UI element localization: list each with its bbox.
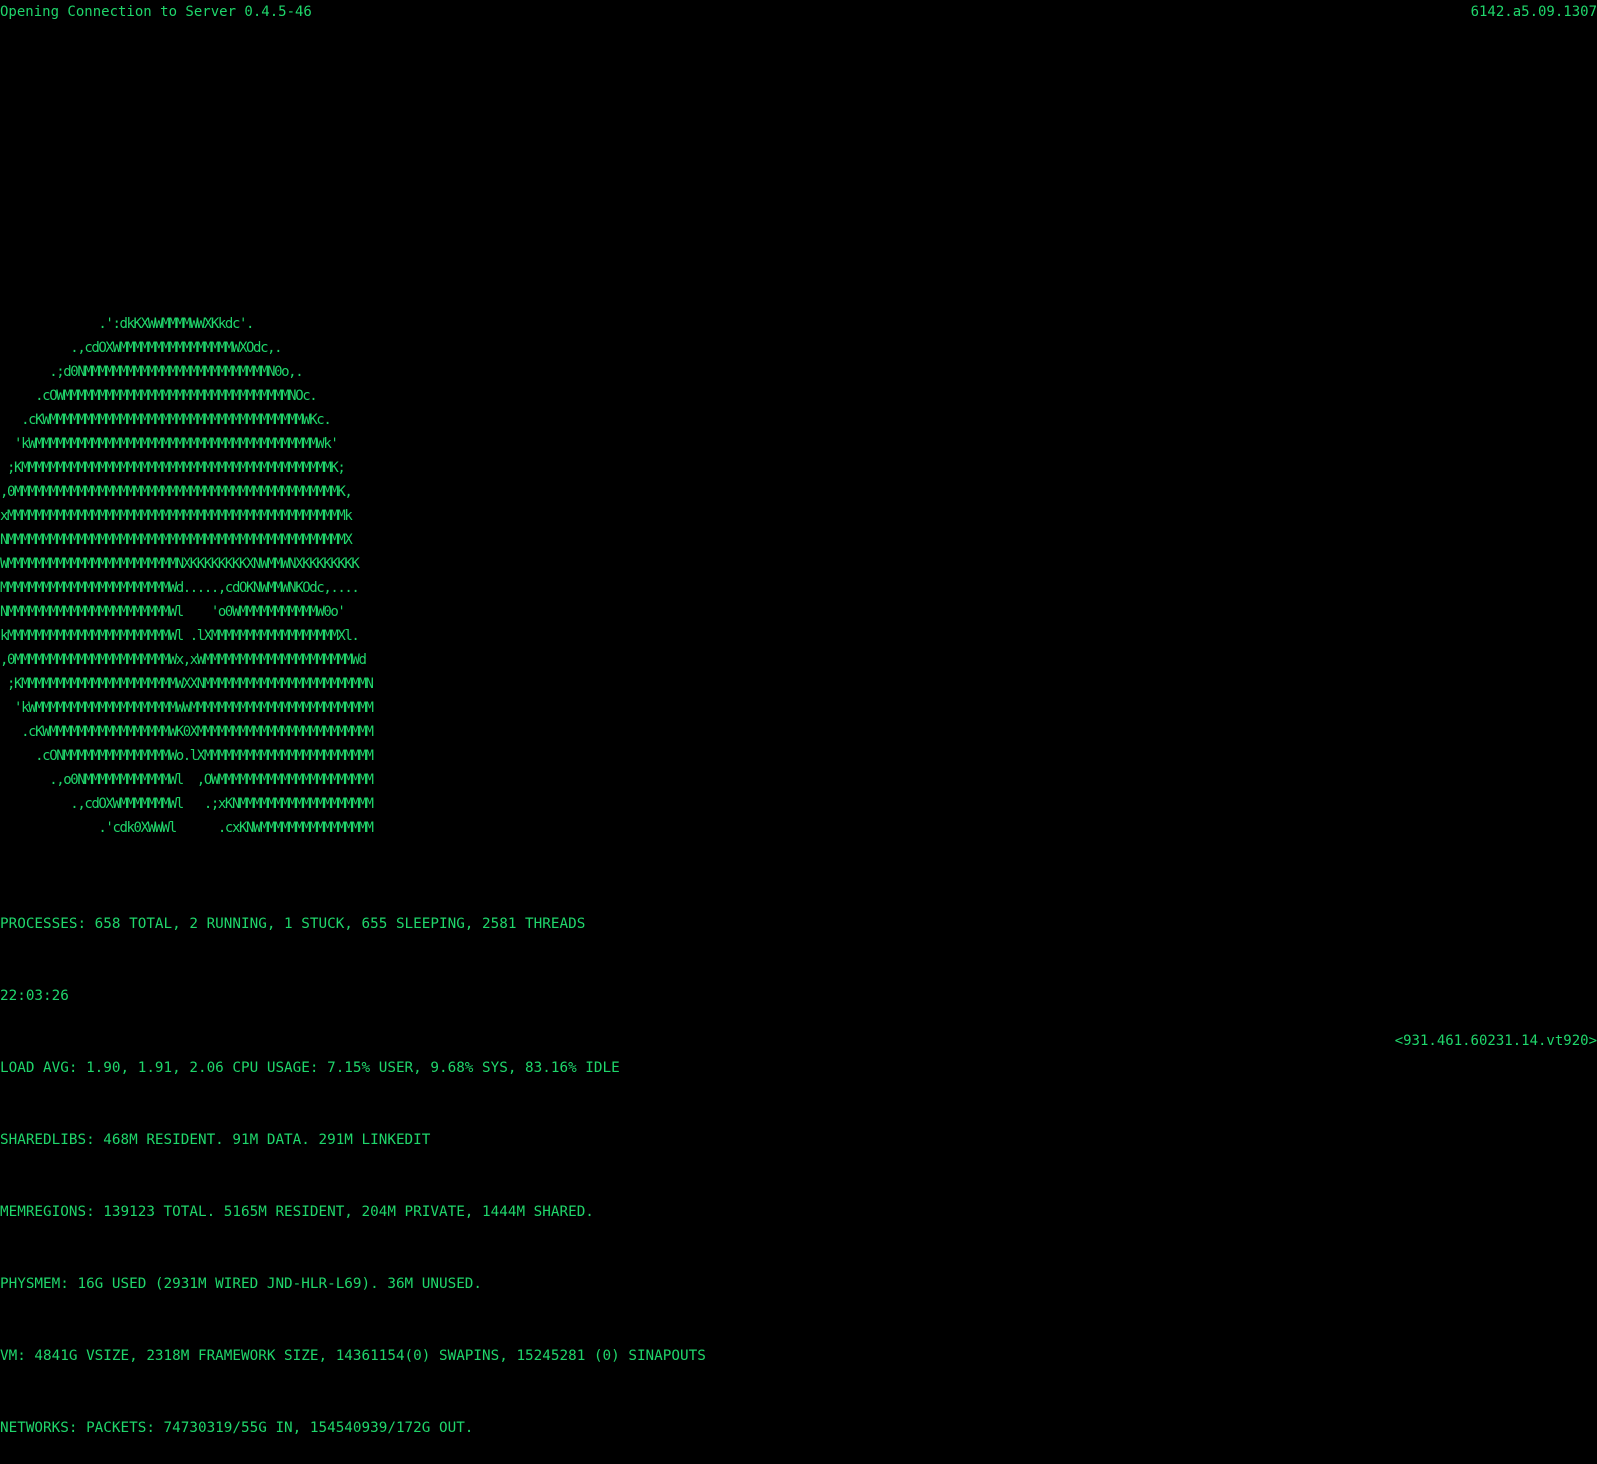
ascii-logo-line: .cOWMMMMMMMMMMMMMMMMMMMMMMMMMMMMMMMMNOc. [0,388,318,404]
connection-status-text: Opening Connection to Server 0.4.5-46 [0,4,312,20]
ascii-logo-line: 'kWMMMMMMMMMMMMMMMMMMMMWWMMMMMMMMMMMMMMM… [0,700,374,716]
ascii-logo: .':dkKXWWMMMMWWXKkdc'. .,cdOXWMMMMMMMMMM… [0,312,374,840]
system-status-panel: PROCESSES: 658 TOTAL, 2 RUNNING, 1 STUCK… [0,864,706,1464]
ascii-logo-line: .;d0NMMMMMMMMMMMMMMMMMMMMMMMMMMN0o,. [0,364,303,380]
build-id: 6142.a5.09.1307 [1470,4,1597,20]
sharedlibs-line: SHAREDLIBS: 468M RESIDENT. 91M DATA. 291… [0,1132,431,1148]
ascii-logo-line: ;KMMMMMMMMMMMMMMMMMMMMMMMMMMMMMMMMMMMMMM… [0,460,346,476]
ascii-logo-line: ,0MMMMMMMMMMMMMMMMMMMMMMWx,xWMMMMMMMMMMM… [0,652,367,668]
ascii-logo-line: .cONMMMMMMMMMMMMMMMWo.lXMMMMMMMMMMMMMMMM… [0,748,374,764]
ascii-logo-line: .cKWMMMMMMMMMMMMMMMMMWK0XMMMMMMMMMMMMMMM… [0,724,374,740]
ascii-logo-line: MMMMMMMMMMMMMMMMMMMMMMMMWd.....,cdOKNWMM… [0,580,360,596]
processes-line: PROCESSES: 658 TOTAL, 2 RUNNING, 1 STUCK… [0,916,586,932]
terminal-address: <931.461.60231.14.vt920> [1394,1033,1597,1049]
ascii-logo-line: .cKWMMMMMMMMMMMMMMMMMMMMMMMMMMMMMMMMMMMM… [0,412,332,428]
ascii-logo-line: ,0MMMMMMMMMMMMMMMMMMMMMMMMMMMMMMMMMMMMMM… [0,484,353,500]
ascii-logo-line: .,cdOXWMMMMMMMMMMMMMMMMWXOdc,. [0,340,282,356]
ascii-logo-line: NMMMMMMMMMMMMMMMMMMMMMMMWl 'o0WMMMMMMMMM… [0,604,346,620]
ascii-logo-line: .,o0NMMMMMMMMMMMMWl ,OWMMMMMMMMMMMMMMMMM… [0,772,374,788]
ascii-logo-line: xMMMMMMMMMMMMMMMMMMMMMMMMMMMMMMMMMMMMMMM… [0,508,353,524]
ascii-logo-line: .'cdk0XWWWl .cxKNWMMMMMMMMMMMMMMMM [0,820,374,836]
ascii-logo-line: WMMMMMMMMMMMMMMMMMMMMMMMMNXKKKKKKKKXNWMM… [0,556,360,572]
ascii-logo-line: NMMMMMMMMMMMMMMMMMMMMMMMMMMMMMMMMMMMMMMM… [0,532,353,548]
ascii-logo-line: .':dkKXWWMMMMWWXKkdc'. [0,316,254,332]
ascii-logo-line: kMMMMMMMMMMMMMMMMMMMMMMMWl .lXMMMMMMMMMM… [0,628,360,644]
ascii-logo-line: ;KMMMMMMMMMMMMMMMMMMMMMMWXXNMMMMMMMMMMMM… [0,676,374,692]
ascii-logo-line: 'kWMMMMMMMMMMMMMMMMMMMMMMMMMMMMMMMMMMMMM… [0,436,339,452]
memregions-line: MEMREGIONS: 139123 TOTAL. 5165M RESIDENT… [0,1204,594,1220]
ascii-logo-line: .,cdOXWMMMMMMMWl .;xKNMMMMMMMMMMMMMMMMMM… [0,796,374,812]
clock: 22:03:26 [0,988,69,1004]
load-avg-line: LOAD AVG: 1.90, 1.91, 2.06 CPU USAGE: 7.… [0,1060,620,1076]
vm-line: VM: 4841G VSIZE, 2318M FRAMEWORK SIZE, 1… [0,1348,706,1364]
physmem-line: PHYSMEM: 16G USED (2931M WIRED JND-HLR-L… [0,1276,483,1292]
networks-line: NETWORKS: PACKETS: 74730319/55G IN, 1545… [0,1420,474,1436]
